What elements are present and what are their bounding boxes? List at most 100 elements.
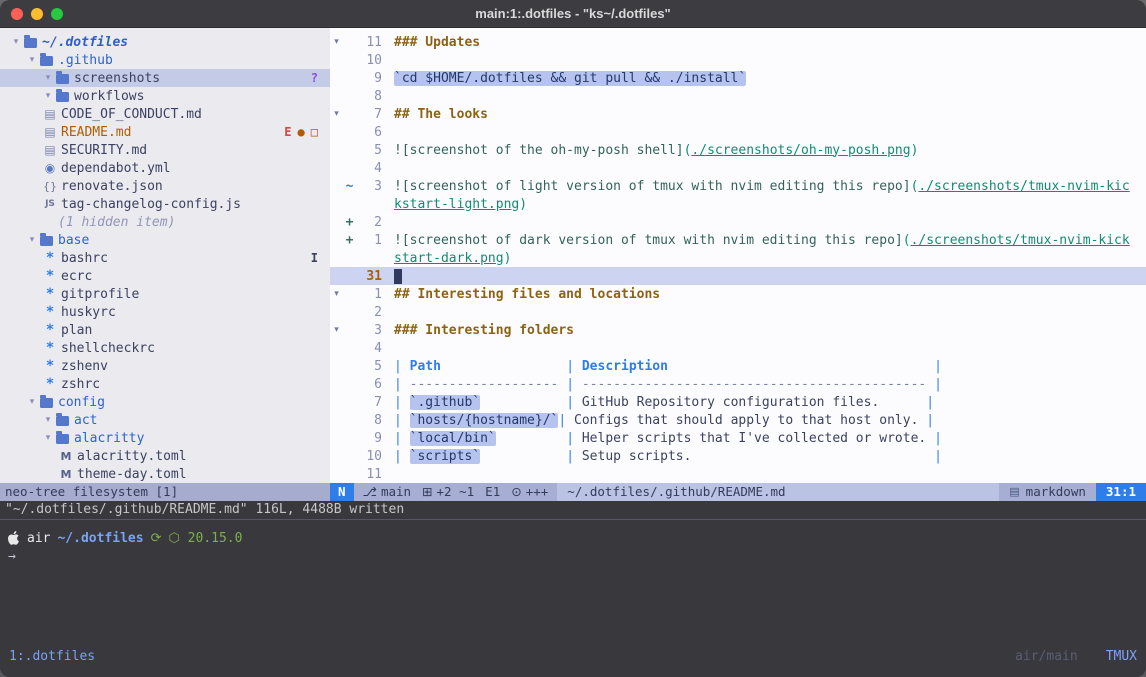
editor-line[interactable]: ▾11### Updates [330, 33, 1146, 51]
editor-line[interactable]: ▾7## The looks [330, 105, 1146, 123]
editor-line[interactable]: 9| `local/bin` | Helper scripts that I'v… [330, 429, 1146, 447]
git-sign: + [343, 215, 356, 230]
syntax-pipe: | [566, 359, 582, 374]
git-part-flags: ⊙+++ [511, 483, 548, 501]
editor-line[interactable]: 7| `.github` | GitHub Repository configu… [330, 393, 1146, 411]
folder-icon [56, 74, 69, 84]
diff-icon: ⊞ [422, 484, 432, 499]
mode-indicator: N [330, 483, 354, 501]
tree-item-renovate-json[interactable]: {}renovate.json [0, 177, 330, 195]
editor-line[interactable]: +1![screenshot of dark version of tmux w… [330, 231, 1146, 249]
tree-item-code-of-conduct-md[interactable]: ▤CODE_OF_CONDUCT.md [0, 105, 330, 123]
syntax-txt: Helper scripts that I've collected or wr… [582, 431, 934, 446]
tree-item-workflows[interactable]: ▾workflows [0, 87, 330, 105]
editor-line[interactable]: 4 [330, 159, 1146, 177]
editor-line[interactable]: 8 [330, 87, 1146, 105]
star-file-icon: * [42, 286, 58, 302]
chevron-down-icon: ▾ [42, 91, 54, 101]
tree-item-theme-day-toml[interactable]: Mtheme-day.toml [0, 465, 330, 483]
tree-item-screenshots[interactable]: ▾screenshots? [0, 69, 330, 87]
syntax-txt: Configs that should apply to that host o… [574, 413, 926, 428]
tmux-window-item[interactable]: 1:.dotfiles [9, 647, 95, 667]
tree-item-act[interactable]: ▾act [0, 411, 330, 429]
tree-item-readme-md[interactable]: ▤README.mdE●□ [0, 123, 330, 141]
editor-line[interactable]: 11 [330, 465, 1146, 483]
editor-line-text: ![screenshot of the oh-my-posh shell](./… [382, 143, 918, 158]
syntax-pipe: | [566, 395, 582, 410]
editor-line[interactable]: 10 [330, 51, 1146, 69]
editor-line[interactable]: +2 [330, 213, 1146, 231]
tree-item-github[interactable]: ▾ .github [0, 51, 330, 69]
tree-item-shellcheckrc[interactable]: *shellcheckrc [0, 339, 330, 357]
syntax-pipe: | [566, 377, 582, 392]
syntax-txt [496, 431, 566, 446]
line-number: 10 [356, 53, 382, 68]
tree-item-label: .github [58, 53, 113, 68]
editor-line[interactable]: 4 [330, 339, 1146, 357]
folder-icon [40, 398, 53, 408]
editor-pane[interactable]: ▾11### Updates 109`cd $HOME/.dotfiles && … [330, 28, 1146, 483]
editor-line[interactable]: ▾3### Interesting folders [330, 321, 1146, 339]
editor-line[interactable]: ▾1## Interesting files and locations [330, 285, 1146, 303]
fold-chevron-icon: ▾ [330, 325, 343, 335]
syntax-pipe: | [394, 449, 410, 464]
line-number: 2 [356, 215, 382, 230]
tree-item-bashrc[interactable]: *bashrcI [0, 249, 330, 267]
prompt-input-line[interactable]: → [8, 547, 1138, 565]
tree-item-label: plan [61, 323, 92, 338]
editor-line[interactable]: start-dark.png) [330, 249, 1146, 267]
prompt-line: air ~/.dotfiles ⟳ ⬡ 20.15.0 [8, 529, 1138, 547]
line-number: 3 [356, 323, 382, 338]
tree-item-zshenv[interactable]: *zshenv [0, 357, 330, 375]
editor-line[interactable]: kstart-light.png) [330, 195, 1146, 213]
editor-line[interactable]: 5| Path | Description | [330, 357, 1146, 375]
tree-item-plan[interactable]: *plan [0, 321, 330, 339]
filetype-label: markdown [1026, 483, 1086, 501]
editor-line[interactable]: 2 [330, 303, 1146, 321]
node-version: 20.15.0 [188, 531, 243, 546]
line-number: 7 [356, 395, 382, 410]
git-part-text: E1 [485, 483, 500, 501]
markdown-icon: ▤ [1009, 483, 1019, 501]
tree-item-zshrc[interactable]: *zshrc [0, 375, 330, 393]
tree-item-dotfiles[interactable]: ▾~/.dotfiles [0, 33, 330, 51]
editor-line[interactable]: ~3![screenshot of light version of tmux … [330, 177, 1146, 195]
editor-cursor-line[interactable]: 31 [330, 267, 1146, 285]
editor-line[interactable]: 5![screenshot of the oh-my-posh shell](.… [330, 141, 1146, 159]
neotree-panel[interactable]: ▾~/.dotfiles▾.github▾screenshots?▾workfl… [0, 28, 330, 483]
syntax-urlp: ) [519, 197, 527, 212]
shell-pane[interactable]: air ~/.dotfiles ⟳ ⬡ 20.15.0 → [0, 519, 1146, 645]
prompt-path: ~/.dotfiles [57, 531, 143, 546]
line-number: 5 [356, 359, 382, 374]
syntax-txt [480, 395, 566, 410]
tree-item-alacritty-toml[interactable]: Malacritty.toml [0, 447, 330, 465]
tree-item-tag-changelog-config-js[interactable]: JStag-changelog-config.js [0, 195, 330, 213]
line-number: 6 [356, 125, 382, 140]
tree-item-ecrc[interactable]: *ecrc [0, 267, 330, 285]
tree-item-base[interactable]: ▾base [0, 231, 330, 249]
editor-line[interactable]: 6 [330, 123, 1146, 141]
titlebar[interactable]: main:1:.dotfiles - "ks~/.dotfiles" [0, 0, 1146, 28]
editor-line[interactable]: 8| `hosts/{hostname}/`| Configs that sho… [330, 411, 1146, 429]
tree-item-dependabot-yml[interactable]: ◉dependabot.yml [0, 159, 330, 177]
tree-item-alacritty[interactable]: ▾alacritty [0, 429, 330, 447]
tree-item-gitprofile[interactable]: *gitprofile [0, 285, 330, 303]
editor-line[interactable]: 6| ------------------- | ---------------… [330, 375, 1146, 393]
tree-item-security-md[interactable]: ▤SECURITY.md [0, 141, 330, 159]
tree-item-label: gitprofile [61, 287, 139, 302]
tree-item-config[interactable]: ▾config [0, 393, 330, 411]
chevron-down-icon: ▾ [26, 55, 38, 65]
git-part-text: main [381, 484, 411, 499]
tree-item-1-hidden-item[interactable]: (1 hidden item) [0, 213, 330, 231]
syntax-alt: ![screenshot of light version of tmux wi… [394, 179, 911, 194]
tree-item-huskyrc[interactable]: *huskyrc [0, 303, 330, 321]
editor-line[interactable]: 9`cd $HOME/.dotfiles && git pull && ./in… [330, 69, 1146, 87]
chevron-down-icon: ▾ [42, 73, 54, 83]
line-number: 1 [356, 287, 382, 302]
tmux-right-status: air/main TMUX [1015, 647, 1137, 667]
branch-icon: ⎇ [363, 484, 377, 499]
tree-item-label: renovate.json [61, 179, 163, 194]
tree-item-label: ~/.dotfiles [42, 35, 128, 50]
editor-line[interactable]: 10| `scripts` | Setup scripts. | [330, 447, 1146, 465]
syntax-urlp: ( [903, 233, 911, 248]
